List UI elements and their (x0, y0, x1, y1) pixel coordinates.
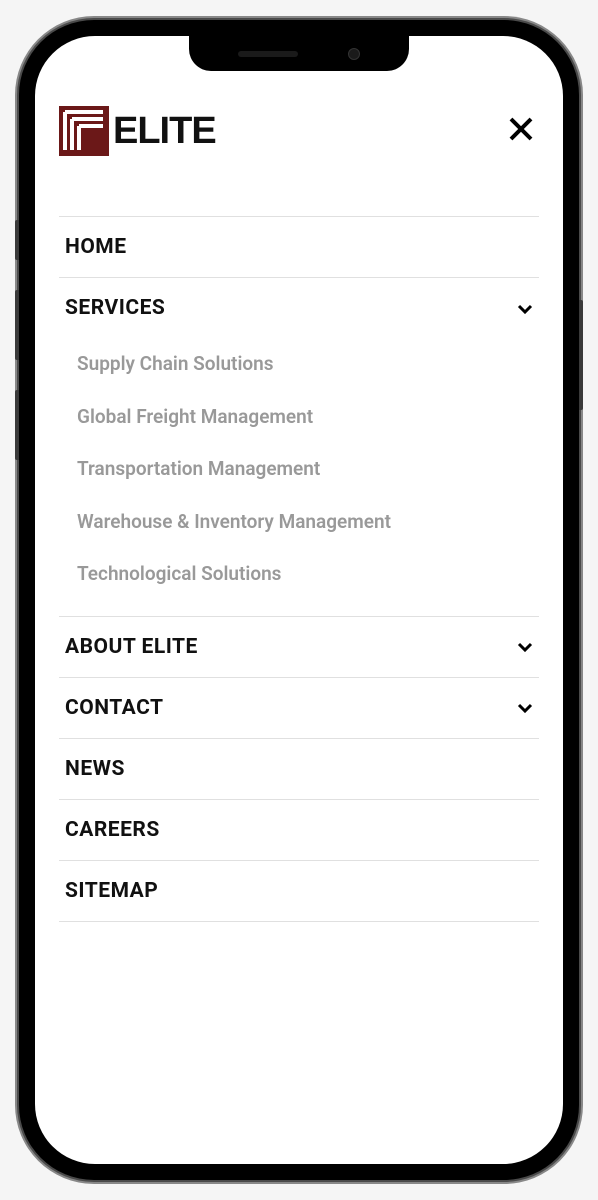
phone-power-button (579, 300, 583, 410)
nav-item-news: NEWS (59, 738, 539, 799)
phone-mute-switch (15, 220, 19, 260)
chevron-down-icon (517, 698, 533, 717)
nav-label: HOME (65, 235, 127, 259)
submenu-item-transportation[interactable]: Transportation Management (77, 443, 539, 496)
page-header: ELITE (59, 96, 539, 166)
submenu-item-supply-chain[interactable]: Supply Chain Solutions (77, 338, 539, 391)
nav-label: CONTACT (65, 696, 164, 720)
nav-label: ABOUT ELITE (65, 635, 198, 659)
submenu-item-global-freight[interactable]: Global Freight Management (77, 391, 539, 444)
submenu-item-technological[interactable]: Technological Solutions (77, 548, 539, 601)
brand-logo-text: ELITE (113, 110, 216, 153)
close-icon (508, 116, 534, 142)
nav-label: SITEMAP (65, 879, 158, 903)
brand-logo[interactable]: ELITE (59, 106, 216, 156)
nav-label: SERVICES (65, 296, 165, 320)
nav-link-services[interactable]: SERVICES (59, 278, 539, 338)
nav-label: CAREERS (65, 818, 160, 842)
elite-logo-icon (59, 106, 109, 156)
nav-item-sitemap: SITEMAP (59, 860, 539, 922)
phone-device-frame: ELITE HOME (19, 20, 579, 1180)
navigation-menu: HOME SERVICES Supply Chain Solut (59, 216, 539, 922)
nav-item-contact: CONTACT (59, 677, 539, 738)
phone-notch (189, 36, 409, 71)
nav-item-services: SERVICES Supply Chain Solutions Global F… (59, 277, 539, 616)
chevron-down-icon (517, 299, 533, 318)
phone-speaker (238, 51, 298, 57)
nav-link-about[interactable]: ABOUT ELITE (59, 617, 539, 677)
nav-item-about: ABOUT ELITE (59, 616, 539, 677)
nav-link-news[interactable]: NEWS (59, 739, 539, 799)
phone-side-buttons (15, 220, 19, 490)
phone-volume-down (15, 390, 19, 460)
nav-link-home[interactable]: HOME (59, 217, 539, 277)
page-content: ELITE HOME (35, 36, 563, 1164)
chevron-down-icon (517, 637, 533, 656)
nav-item-careers: CAREERS (59, 799, 539, 860)
nav-link-sitemap[interactable]: SITEMAP (59, 861, 539, 921)
phone-camera (348, 48, 360, 60)
phone-volume-up (15, 290, 19, 360)
submenu-item-warehouse[interactable]: Warehouse & Inventory Management (77, 496, 539, 549)
close-menu-button[interactable] (503, 110, 539, 152)
nav-label: NEWS (65, 757, 125, 781)
nav-item-home: HOME (59, 216, 539, 277)
nav-link-contact[interactable]: CONTACT (59, 678, 539, 738)
phone-screen: ELITE HOME (35, 36, 563, 1164)
nav-link-careers[interactable]: CAREERS (59, 800, 539, 860)
services-submenu: Supply Chain Solutions Global Freight Ma… (59, 338, 539, 616)
